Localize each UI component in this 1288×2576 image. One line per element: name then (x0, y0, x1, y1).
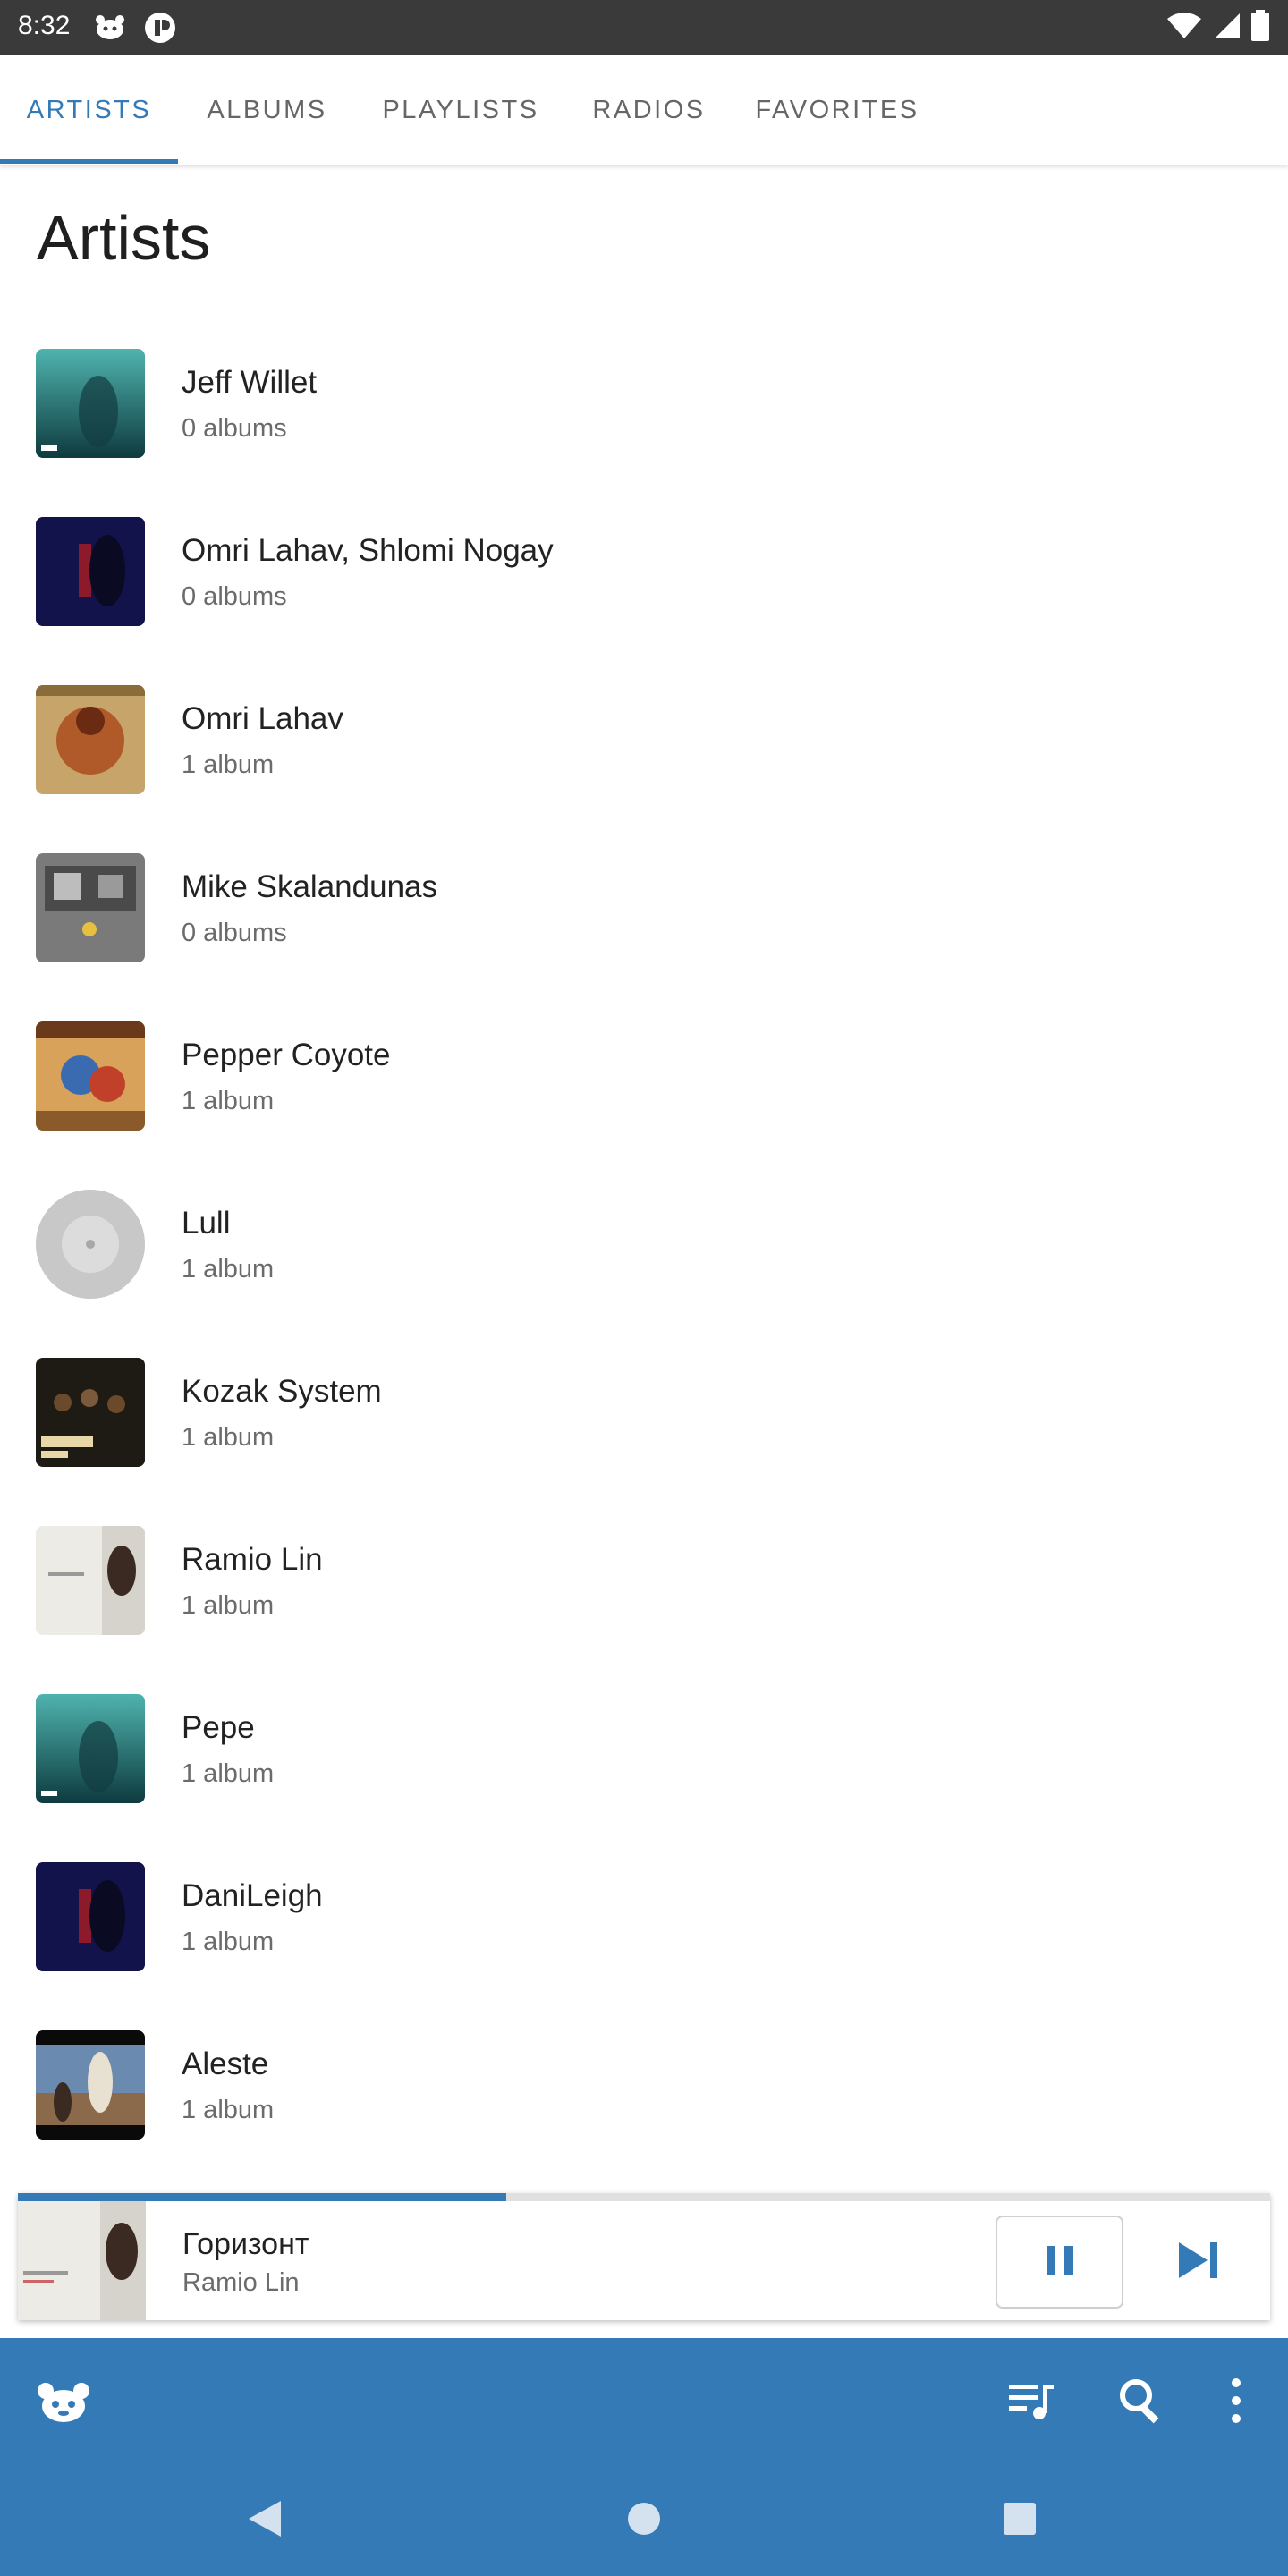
list-item[interactable]: Aleste 1 album (0, 1998, 1288, 2166)
artist-cover (36, 517, 145, 626)
artist-name: Jeff Willet (182, 365, 318, 400)
signal-icon (1211, 12, 1241, 45)
artist-cover (36, 1694, 145, 1803)
artist-name: Aleste (182, 2046, 269, 2081)
pause-button[interactable] (996, 2216, 1123, 2309)
search-icon[interactable] (1116, 2376, 1166, 2426)
artist-name: Omri Lahav, Shlomi Nogay (182, 533, 554, 568)
list-item[interactable]: DaniLeigh 1 album (0, 1830, 1288, 1998)
battery-icon (1250, 9, 1270, 47)
list-item[interactable]: Omri Lahav, Shlomi Nogay 0 albums (0, 485, 1288, 653)
tab-radios[interactable]: RADIOS (565, 55, 733, 165)
now-playing-artist: Ramio Lin (182, 2268, 300, 2297)
back-icon[interactable] (247, 2499, 283, 2543)
app-notification-icon (143, 11, 177, 45)
playback-progress-bar[interactable] (18, 2193, 1270, 2201)
album-count: 0 albums (182, 414, 287, 443)
wifi-icon (1166, 12, 1202, 45)
skip-next-button[interactable] (1154, 2216, 1243, 2309)
album-count: 1 album (182, 1087, 275, 1115)
artist-cover (36, 1021, 145, 1131)
tab-bar: ARTISTS ALBUMS PLAYLISTS RADIOS FAVORITE… (0, 55, 1288, 165)
album-count: 1 album (182, 1759, 275, 1788)
playback-progress-fill (18, 2193, 506, 2201)
artist-name: Pepe (182, 1710, 255, 1745)
pause-icon (1045, 2244, 1075, 2281)
list-item[interactable]: Ramio Lin 1 album (0, 1494, 1288, 1662)
artist-name: Pepper Coyote (182, 1038, 391, 1072)
artist-name: Kozak System (182, 1374, 382, 1409)
funkwhale-logo-icon[interactable] (34, 2379, 93, 2424)
tab-playlists[interactable]: PLAYLISTS (356, 55, 565, 165)
artist-cover (36, 685, 145, 794)
list-item[interactable]: Kozak System 1 album (0, 1326, 1288, 1494)
list-item[interactable]: Lull 1 album (0, 1157, 1288, 1326)
list-item[interactable]: Pepper Coyote 1 album (0, 989, 1288, 1157)
active-tab-indicator (0, 159, 178, 164)
list-item[interactable]: Jeff Willet 0 albums (0, 317, 1288, 485)
artist-cover (36, 1358, 145, 1467)
list-item[interactable]: Omri Lahav 1 album (0, 653, 1288, 821)
placeholder-disc-icon (36, 1190, 145, 1299)
status-time: 8:32 (18, 11, 71, 40)
artist-cover (36, 1862, 145, 1971)
skip-next-icon (1177, 2241, 1220, 2284)
artist-name: Mike Skalandunas (182, 869, 437, 904)
system-nav-bar (0, 2463, 1288, 2576)
album-count: 1 album (182, 2096, 275, 2124)
now-playing-cover (18, 2201, 146, 2320)
tab-albums[interactable]: ALBUMS (178, 55, 356, 165)
funkwhale-notification-icon (93, 11, 127, 45)
tab-artists[interactable]: ARTISTS (0, 55, 178, 165)
now-playing-title: Горизонт (182, 2227, 309, 2261)
artist-cover (36, 349, 145, 458)
artist-name: Ramio Lin (182, 1542, 323, 1577)
queue-icon[interactable] (1007, 2377, 1057, 2424)
bottom-app-bar (0, 2338, 1288, 2463)
recents-icon[interactable] (1002, 2501, 1038, 2541)
list-item[interactable]: Pepe 1 album (0, 1662, 1288, 1830)
status-bar: 8:32 (0, 0, 1288, 55)
album-count: 1 album (182, 1928, 275, 1956)
album-count: 1 album (182, 1255, 275, 1284)
mini-player[interactable]: Горизонт Ramio Lin (18, 2193, 1270, 2320)
home-icon[interactable] (626, 2501, 662, 2541)
album-count: 1 album (182, 750, 275, 779)
more-vert-icon[interactable] (1224, 2376, 1249, 2426)
page-title: Artists (37, 203, 211, 273)
album-count: 1 album (182, 1423, 275, 1452)
artist-name: Omri Lahav (182, 701, 343, 736)
tab-favorites[interactable]: FAVORITES (733, 55, 942, 165)
artist-cover (36, 853, 145, 962)
list-item[interactable]: Mike Skalandunas 0 albums (0, 821, 1288, 989)
artist-cover (36, 1526, 145, 1635)
album-count: 1 album (182, 1591, 275, 1620)
artist-name: Lull (182, 1206, 231, 1241)
album-count: 0 albums (182, 919, 287, 947)
artist-name: DaniLeigh (182, 1878, 323, 1913)
album-count: 0 albums (182, 582, 287, 611)
artist-cover (36, 2030, 145, 2140)
